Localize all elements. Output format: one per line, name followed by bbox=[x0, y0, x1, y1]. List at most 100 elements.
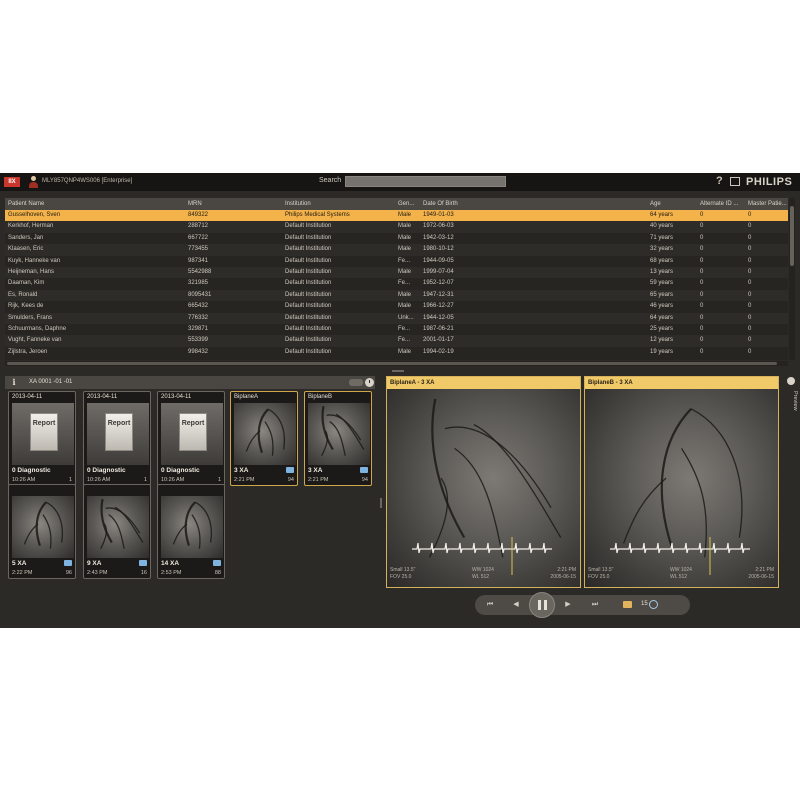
series-thumbnail[interactable]: BiplaneB 3 XA 2:21 PM 94 bbox=[304, 391, 372, 486]
table-cell: Male bbox=[398, 212, 412, 218]
image-viewer[interactable]: BiplaneA - 3 XA Small 13.5" FOV 25.0 WW 102… bbox=[386, 376, 581, 588]
pause-button[interactable] bbox=[529, 592, 555, 618]
thumbnail-label: 0 Diagnostic bbox=[12, 467, 51, 474]
thumbnail-date: 2013-04-11 bbox=[161, 394, 192, 400]
report-icon: Report bbox=[161, 403, 223, 465]
table-row[interactable]: Vught, Fanneke van 553399 Default Institut… bbox=[5, 335, 788, 347]
table-cell: 0 bbox=[748, 291, 752, 298]
thumbnail-time: 2:22 PM bbox=[12, 570, 33, 576]
vertical-scrollbar[interactable] bbox=[789, 198, 795, 360]
series-thumbnail[interactable]: BiplaneA 3 XA 2:21 PM 94 bbox=[230, 391, 298, 486]
thumbnail-time: 2:43 PM bbox=[87, 570, 108, 576]
table-cell: Male bbox=[398, 303, 412, 310]
table-cell: 2001-01-17 bbox=[423, 337, 454, 344]
viewer-title[interactable]: BiplaneB - 3 XA bbox=[585, 377, 778, 389]
collapse-button[interactable] bbox=[349, 379, 363, 386]
table-row[interactable]: Daaman, Kim 321985 Default Institution Fe..… bbox=[5, 278, 788, 289]
table-cell: Smulders, Frans bbox=[8, 314, 53, 321]
horizontal-scrollbar[interactable] bbox=[5, 361, 788, 366]
table-row[interactable]: Kerkhof, Herman 288712 Default Institution… bbox=[5, 221, 788, 233]
table-cell: Sanders, Jan bbox=[8, 234, 44, 241]
viewer-overlay-text: FOV 25.0 bbox=[390, 574, 412, 580]
table-cell: 19 years bbox=[650, 348, 674, 355]
angiogram-image bbox=[87, 496, 149, 558]
table-cell: Es, Ronald bbox=[8, 291, 38, 298]
column-header[interactable]: Alternate ID ... bbox=[700, 198, 746, 210]
angiogram-image[interactable]: Small 13.5" FOV 25.0 WW 1024 WL 512 2:21 PM 2… bbox=[387, 389, 580, 587]
viewer-title[interactable]: BiplaneA - 3 XA bbox=[387, 377, 580, 389]
image-viewer[interactable]: BiplaneB - 3 XA Small 13.5" FOV 25.0 WW 102… bbox=[584, 376, 779, 588]
table-cell: 1980-10-12 bbox=[423, 246, 454, 253]
next-frame-button[interactable]: ▶ bbox=[563, 601, 573, 609]
table-row[interactable]: Heijneman, Hans 5542988 Default Institutio… bbox=[5, 267, 788, 279]
table-cell: 71 years bbox=[650, 234, 674, 241]
table-row[interactable]: Smulders, Frans 776332 Default Institution… bbox=[5, 312, 788, 324]
viewer-overlay-text: WL 512 bbox=[670, 574, 688, 580]
viewer-overlay-text: 2005-06-15 bbox=[550, 574, 576, 580]
table-row[interactable]: Gusselhoven, Sven 849322 Philips Medical S… bbox=[5, 210, 788, 222]
series-thumbnail[interactable]: 14 XA 2:53 PM 88 bbox=[157, 484, 225, 579]
table-cell: 667722 bbox=[188, 234, 209, 241]
preview-side-tab[interactable]: Preview bbox=[784, 376, 798, 606]
table-row[interactable]: Sanders, Jan 667722 Default Institution Mal… bbox=[5, 233, 788, 244]
folder-icon[interactable] bbox=[623, 601, 632, 608]
thumbnail-label: 0 Diagnostic bbox=[87, 467, 126, 474]
scroll-thumb[interactable] bbox=[7, 362, 777, 365]
thumbnail-label: 14 XA bbox=[161, 560, 180, 567]
last-frame-button[interactable]: ⏭ bbox=[590, 601, 600, 609]
column-header[interactable]: Patient Name bbox=[8, 198, 183, 210]
column-header[interactable]: Institution bbox=[285, 198, 395, 210]
column-header[interactable]: MRN bbox=[188, 198, 278, 210]
table-header: Patient Name MRN Institution Gen... Date Of … bbox=[5, 198, 788, 210]
help-icon[interactable]: ? bbox=[716, 175, 723, 187]
clock-icon[interactable] bbox=[365, 378, 374, 387]
app-logo[interactable]: IIX bbox=[4, 177, 20, 187]
user-icon[interactable] bbox=[28, 176, 38, 188]
angiogram-image bbox=[12, 496, 74, 558]
pin-icon[interactable] bbox=[787, 377, 795, 385]
panel-splitter[interactable] bbox=[392, 370, 404, 372]
table-cell: Default Institution bbox=[285, 223, 332, 230]
table-cell: 0 bbox=[748, 246, 752, 253]
report-thumbnail[interactable]: 2013-04-11 Report 0 Diagnostic 10:26 AM 1 bbox=[83, 391, 151, 486]
previous-frame-button[interactable]: ◀ bbox=[511, 601, 521, 609]
table-cell: 329871 bbox=[188, 326, 209, 332]
series-thumbnail[interactable]: 5 XA 2:22 PM 96 bbox=[8, 484, 76, 579]
table-row[interactable]: Schuurmans, Daphne 329871 Default Institut… bbox=[5, 324, 788, 335]
table-row[interactable]: Zijlstra, Jeroen 998432 Default Institutio… bbox=[5, 347, 788, 358]
table-row[interactable]: Kuyk, Hanneke van 987341 Default Instituti… bbox=[5, 256, 788, 267]
angiogram-image[interactable]: Small 13.5" FOV 25.0 WW 1024 WL 512 2:21 PM 2… bbox=[585, 389, 778, 587]
viewer-overlay-text: WW 1024 bbox=[472, 567, 494, 573]
table-cell: Rijk, Kees de bbox=[8, 303, 44, 310]
info-icon[interactable]: i bbox=[10, 378, 18, 387]
series-icon bbox=[139, 560, 147, 566]
table-cell: 64 years bbox=[650, 212, 674, 218]
table-cell: 0 bbox=[748, 348, 752, 355]
table-row[interactable]: Rijk, Kees de 665432 Default Institution Ma… bbox=[5, 301, 788, 312]
table-cell: 849322 bbox=[188, 212, 209, 218]
table-cell: 553399 bbox=[188, 337, 209, 344]
table-cell: 0 bbox=[748, 303, 752, 310]
search-input[interactable] bbox=[345, 176, 506, 187]
series-thumbnail[interactable]: 9 XA 2:43 PM 16 bbox=[83, 484, 151, 579]
table-cell: Default Institution bbox=[285, 246, 332, 253]
report-thumbnail[interactable]: 2013-04-11 Report 0 Diagnostic 10:26 AM 1 bbox=[8, 391, 76, 486]
panel-splitter[interactable] bbox=[380, 498, 382, 508]
table-cell: 0 bbox=[748, 257, 752, 264]
scroll-thumb[interactable] bbox=[790, 206, 794, 266]
table-cell: 40 years bbox=[650, 223, 674, 230]
table-row[interactable]: Klaasen, Eric 773455 Default Institution Ma… bbox=[5, 244, 788, 256]
column-header[interactable]: Age bbox=[650, 198, 698, 210]
table-row[interactable]: Es, Ronald 8095431 Default Institution Male… bbox=[5, 289, 788, 302]
table-cell: 0 bbox=[748, 223, 752, 230]
column-header[interactable]: Master Patie... bbox=[748, 198, 788, 210]
first-frame-button[interactable]: ⏮ bbox=[485, 601, 495, 609]
column-header[interactable]: Gen... bbox=[398, 198, 422, 210]
report-thumbnail[interactable]: 2013-04-11 Report 0 Diagnostic 10:26 AM 1 bbox=[157, 391, 225, 486]
table-cell: 0 bbox=[700, 269, 704, 275]
table-cell: Male bbox=[398, 291, 412, 298]
table-cell: Fe... bbox=[398, 337, 411, 344]
window-icon[interactable] bbox=[730, 177, 740, 186]
speed-icon[interactable] bbox=[649, 600, 658, 609]
column-header[interactable]: Date Of Birth bbox=[423, 198, 503, 210]
